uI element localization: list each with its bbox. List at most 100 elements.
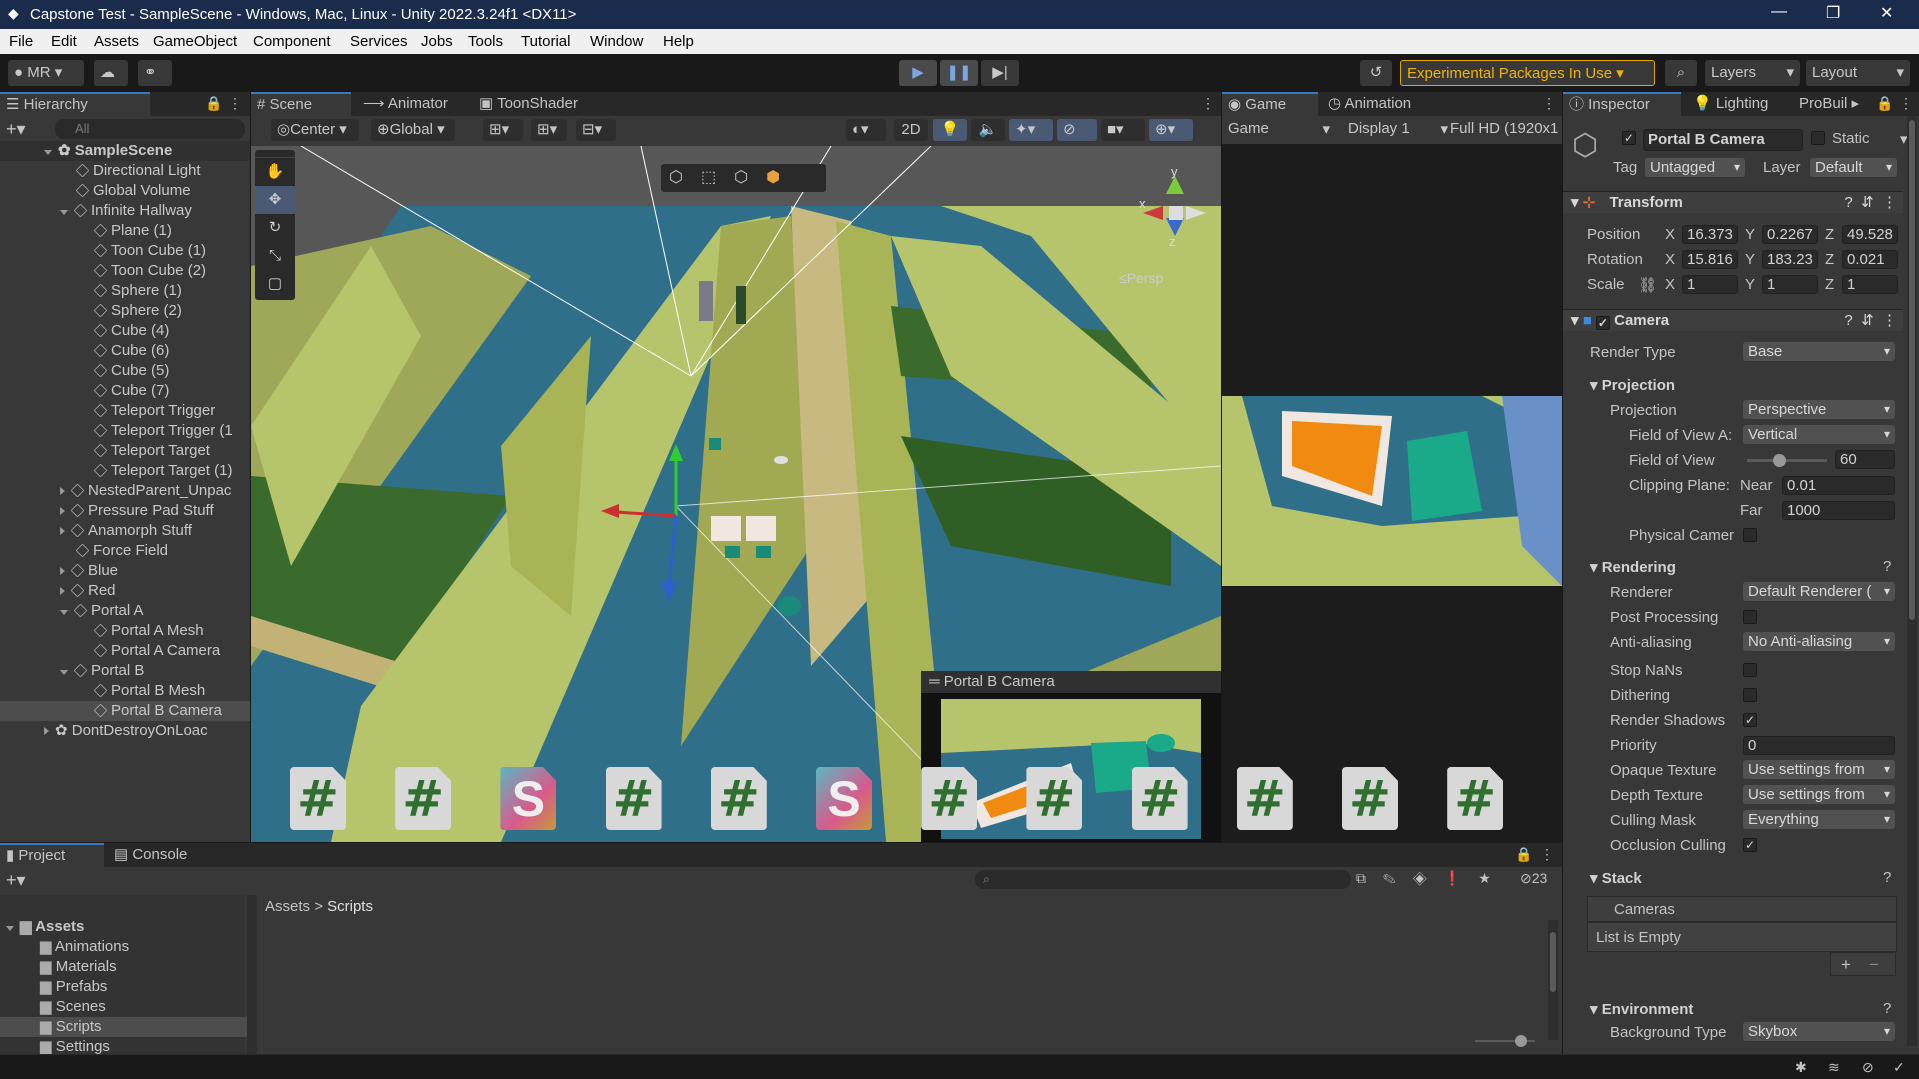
- hierarchy-item[interactable]: ✿ DontDestroyOnLoac: [0, 721, 250, 741]
- foldout-arrow-icon[interactable]: ▾: [1571, 194, 1579, 211]
- tab-toonshader[interactable]: ▣ ToonShader: [473, 92, 623, 116]
- more-menu-icon[interactable]: ⋮: [1542, 95, 1556, 112]
- effects-toggle-icon[interactable]: ✦▾: [1009, 119, 1053, 141]
- tab-hierarchy[interactable]: ☰ Hierarchy: [0, 92, 150, 116]
- fov-field[interactable]: 60: [1835, 450, 1895, 469]
- script-asset-icon[interactable]: #: [921, 767, 978, 830]
- hierarchy-item[interactable]: Cube (6): [0, 341, 250, 361]
- display-dropdown[interactable]: Display 1 ▾: [1348, 120, 1448, 138]
- space-dropdown[interactable]: ⊕Global ▾: [371, 119, 455, 141]
- hierarchy-item[interactable]: Teleport Target: [0, 441, 250, 461]
- hierarchy-item[interactable]: Plane (1): [0, 221, 250, 241]
- dithering-checkbox[interactable]: [1743, 688, 1757, 702]
- post-processing-checkbox[interactable]: [1743, 610, 1757, 624]
- more-menu-icon[interactable]: ⋮: [1540, 846, 1554, 863]
- cloud-icon[interactable]: ☁: [94, 60, 128, 86]
- component-tools-overlay[interactable]: ⬡⬚⬡⬢: [661, 164, 826, 192]
- near-field[interactable]: 0.01: [1782, 476, 1895, 495]
- expand-arrow-icon[interactable]: [60, 587, 65, 595]
- hierarchy-item[interactable]: Cube (7): [0, 381, 250, 401]
- expand-arrow-icon[interactable]: [60, 507, 65, 515]
- breadcrumb-scripts[interactable]: Scripts: [327, 898, 373, 915]
- grid-icon[interactable]: ⊞▾: [531, 119, 567, 141]
- hierarchy-item[interactable]: Red: [0, 581, 250, 601]
- hierarchy-item[interactable]: Anamorph Stuff: [0, 521, 250, 541]
- camera-settings-icon[interactable]: ■▾: [1101, 119, 1145, 141]
- component-menu-icons[interactable]: ? ⇵ ⋮: [1844, 192, 1897, 214]
- tab-animator[interactable]: ⟶ Animator: [357, 92, 467, 116]
- script-asset-icon[interactable]: #: [395, 767, 452, 830]
- scale-x-field[interactable]: 1: [1682, 275, 1738, 294]
- environment-section[interactable]: ▾ Environment: [1590, 1000, 1693, 1018]
- hierarchy-search-input[interactable]: All: [55, 119, 245, 139]
- box-tool-icon[interactable]: ⬡: [669, 169, 701, 186]
- more-menu-icon[interactable]: ⋮: [228, 95, 242, 112]
- hierarchy-item[interactable]: Portal B Mesh: [0, 681, 250, 701]
- shader-asset-icon[interactable]: S: [816, 767, 872, 830]
- component-menu-icons[interactable]: ? ⇵ ⋮: [1844, 310, 1897, 332]
- lock-icon[interactable]: 🔒: [1515, 846, 1532, 863]
- fov-slider-track[interactable]: [1747, 454, 1827, 467]
- tab-inspector[interactable]: ⓘ Inspector: [1563, 92, 1681, 116]
- projection-dropdown[interactable]: Perspective: [1743, 400, 1895, 419]
- minimize-button[interactable]: —: [1771, 3, 1787, 21]
- game-viewport[interactable]: [1222, 396, 1562, 586]
- add-camera-button[interactable]: +: [1841, 955, 1851, 975]
- asset-grid-scroll-thumb[interactable]: [1550, 932, 1556, 992]
- folder-tree-scrollbar[interactable]: [247, 895, 257, 1054]
- hierarchy-item[interactable]: Teleport Target (1): [0, 461, 250, 481]
- menu-component[interactable]: Component: [253, 33, 331, 50]
- menu-edit[interactable]: Edit: [51, 33, 77, 50]
- rect-tool-icon[interactable]: ▢: [255, 270, 295, 298]
- layers-dropdown[interactable]: Layers ▾: [1705, 60, 1800, 86]
- tag-dropdown[interactable]: Untagged: [1645, 158, 1745, 177]
- project-search-input[interactable]: ⌕: [975, 870, 1351, 889]
- projection-section[interactable]: ▾ Projection: [1590, 376, 1675, 394]
- pause-button[interactable]: ❚❚: [940, 60, 978, 86]
- expand-arrow-icon[interactable]: [6, 926, 14, 931]
- probuilder-icon[interactable]: ⬢: [766, 169, 798, 186]
- rotation-z-field[interactable]: 0.021: [1842, 250, 1898, 269]
- layout-dropdown[interactable]: Layout ▾: [1806, 60, 1910, 86]
- more-menu-icon[interactable]: ⋮: [1899, 95, 1913, 112]
- create-asset-button[interactable]: +▾: [6, 870, 26, 891]
- script-asset-icon[interactable]: #: [1236, 767, 1293, 830]
- position-z-field[interactable]: 49.528: [1842, 225, 1898, 244]
- favorite-icon[interactable]: ★: [1478, 870, 1508, 886]
- script-asset-icon[interactable]: #: [1447, 767, 1504, 830]
- hierarchy-item[interactable]: Global Volume: [0, 181, 250, 201]
- lock-icon[interactable]: 🔒: [1876, 95, 1893, 112]
- hierarchy-item[interactable]: Portal B: [0, 661, 250, 681]
- warning-icon[interactable]: ❗: [1444, 870, 1478, 886]
- tab-animation[interactable]: ◷ Animation: [1322, 92, 1452, 116]
- stack-section[interactable]: ▾ Stack: [1590, 869, 1642, 887]
- pivot-dropdown[interactable]: ◎Center ▾: [271, 119, 359, 141]
- menu-tools[interactable]: Tools: [468, 33, 503, 50]
- hierarchy-item[interactable]: Infinite Hallway: [0, 201, 250, 221]
- shader-asset-icon[interactable]: S: [500, 767, 557, 830]
- hierarchy-item[interactable]: Force Field: [0, 541, 250, 561]
- tree-folder-selected[interactable]: ▆ Scripts: [0, 1017, 250, 1037]
- hierarchy-item[interactable]: Blue: [0, 561, 250, 581]
- check-status-icon[interactable]: ✓: [1893, 1059, 1905, 1076]
- physical-camera-checkbox[interactable]: [1743, 528, 1757, 542]
- gizmo-cone-y[interactable]: [1166, 176, 1184, 194]
- help-icon[interactable]: ?: [1883, 869, 1891, 886]
- camera-header[interactable]: ▾ ■ ✓ Camera ? ⇵ ⋮: [1563, 309, 1903, 331]
- culling-mask-dropdown[interactable]: Everything: [1743, 810, 1895, 829]
- rotate-tool-icon[interactable]: ↻: [255, 214, 295, 242]
- history-icon[interactable]: ↺: [1360, 60, 1392, 86]
- tab-console[interactable]: ▤ Console: [108, 843, 212, 867]
- hierarchy-item[interactable]: Sphere (1): [0, 281, 250, 301]
- add-object-button[interactable]: +▾: [6, 119, 26, 140]
- anti-aliasing-dropdown[interactable]: No Anti-aliasing: [1743, 632, 1895, 651]
- experimental-packages-button[interactable]: Experimental Packages In Use ▾: [1400, 60, 1655, 86]
- close-button[interactable]: ✕: [1880, 3, 1893, 23]
- expand-arrow-icon[interactable]: [60, 210, 68, 215]
- fov-axis-dropdown[interactable]: Vertical: [1743, 425, 1895, 444]
- expand-arrow-icon[interactable]: [60, 527, 65, 535]
- menu-assets[interactable]: Assets: [94, 33, 139, 50]
- tree-folder[interactable]: ▆ Prefabs: [0, 977, 250, 997]
- position-x-field[interactable]: 16.373: [1682, 225, 1738, 244]
- rendering-section[interactable]: ▾ Rendering: [1590, 558, 1676, 576]
